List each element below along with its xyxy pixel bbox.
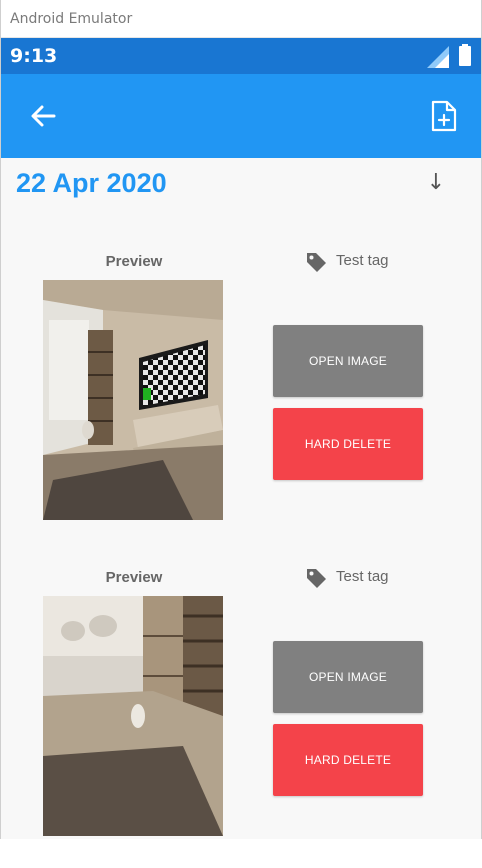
status-time: 9:13 (10, 45, 58, 67)
window-frame-left (0, 0, 1, 839)
tag-label: Test tag (336, 568, 389, 585)
open-image-button[interactable]: OPEN IMAGE (273, 641, 423, 713)
image-entry: Preview Test tag OPEN IMAGE HARD DELETE (0, 252, 482, 552)
tag-icon (307, 569, 326, 588)
date-heading: 22 Apr 2020 (16, 168, 167, 198)
signal-icon (427, 46, 449, 68)
preview-image[interactable] (43, 596, 223, 836)
app-bar (0, 74, 482, 158)
preview-image[interactable] (43, 280, 223, 520)
open-image-button[interactable]: OPEN IMAGE (273, 325, 423, 397)
new-file-icon[interactable] (426, 96, 462, 136)
hard-delete-button[interactable]: HARD DELETE (273, 408, 423, 480)
battery-icon (459, 44, 471, 66)
sort-arrow-down-icon[interactable]: ↓ (424, 168, 448, 198)
tag-label: Test tag (336, 252, 389, 269)
emulator-window-title: Android Emulator (0, 0, 482, 38)
hard-delete-button[interactable]: HARD DELETE (273, 724, 423, 796)
content-area: 22 Apr 2020 ↓ Preview Test tag OPEN IMAG… (0, 158, 482, 839)
tag-icon (307, 253, 326, 272)
status-bar: 9:13 (0, 38, 482, 74)
image-entry: Preview Test tag OPEN IMAGE HARD DELETE (0, 568, 482, 868)
back-arrow-icon[interactable] (24, 96, 64, 136)
preview-label: Preview (105, 569, 163, 586)
preview-label: Preview (105, 253, 163, 270)
